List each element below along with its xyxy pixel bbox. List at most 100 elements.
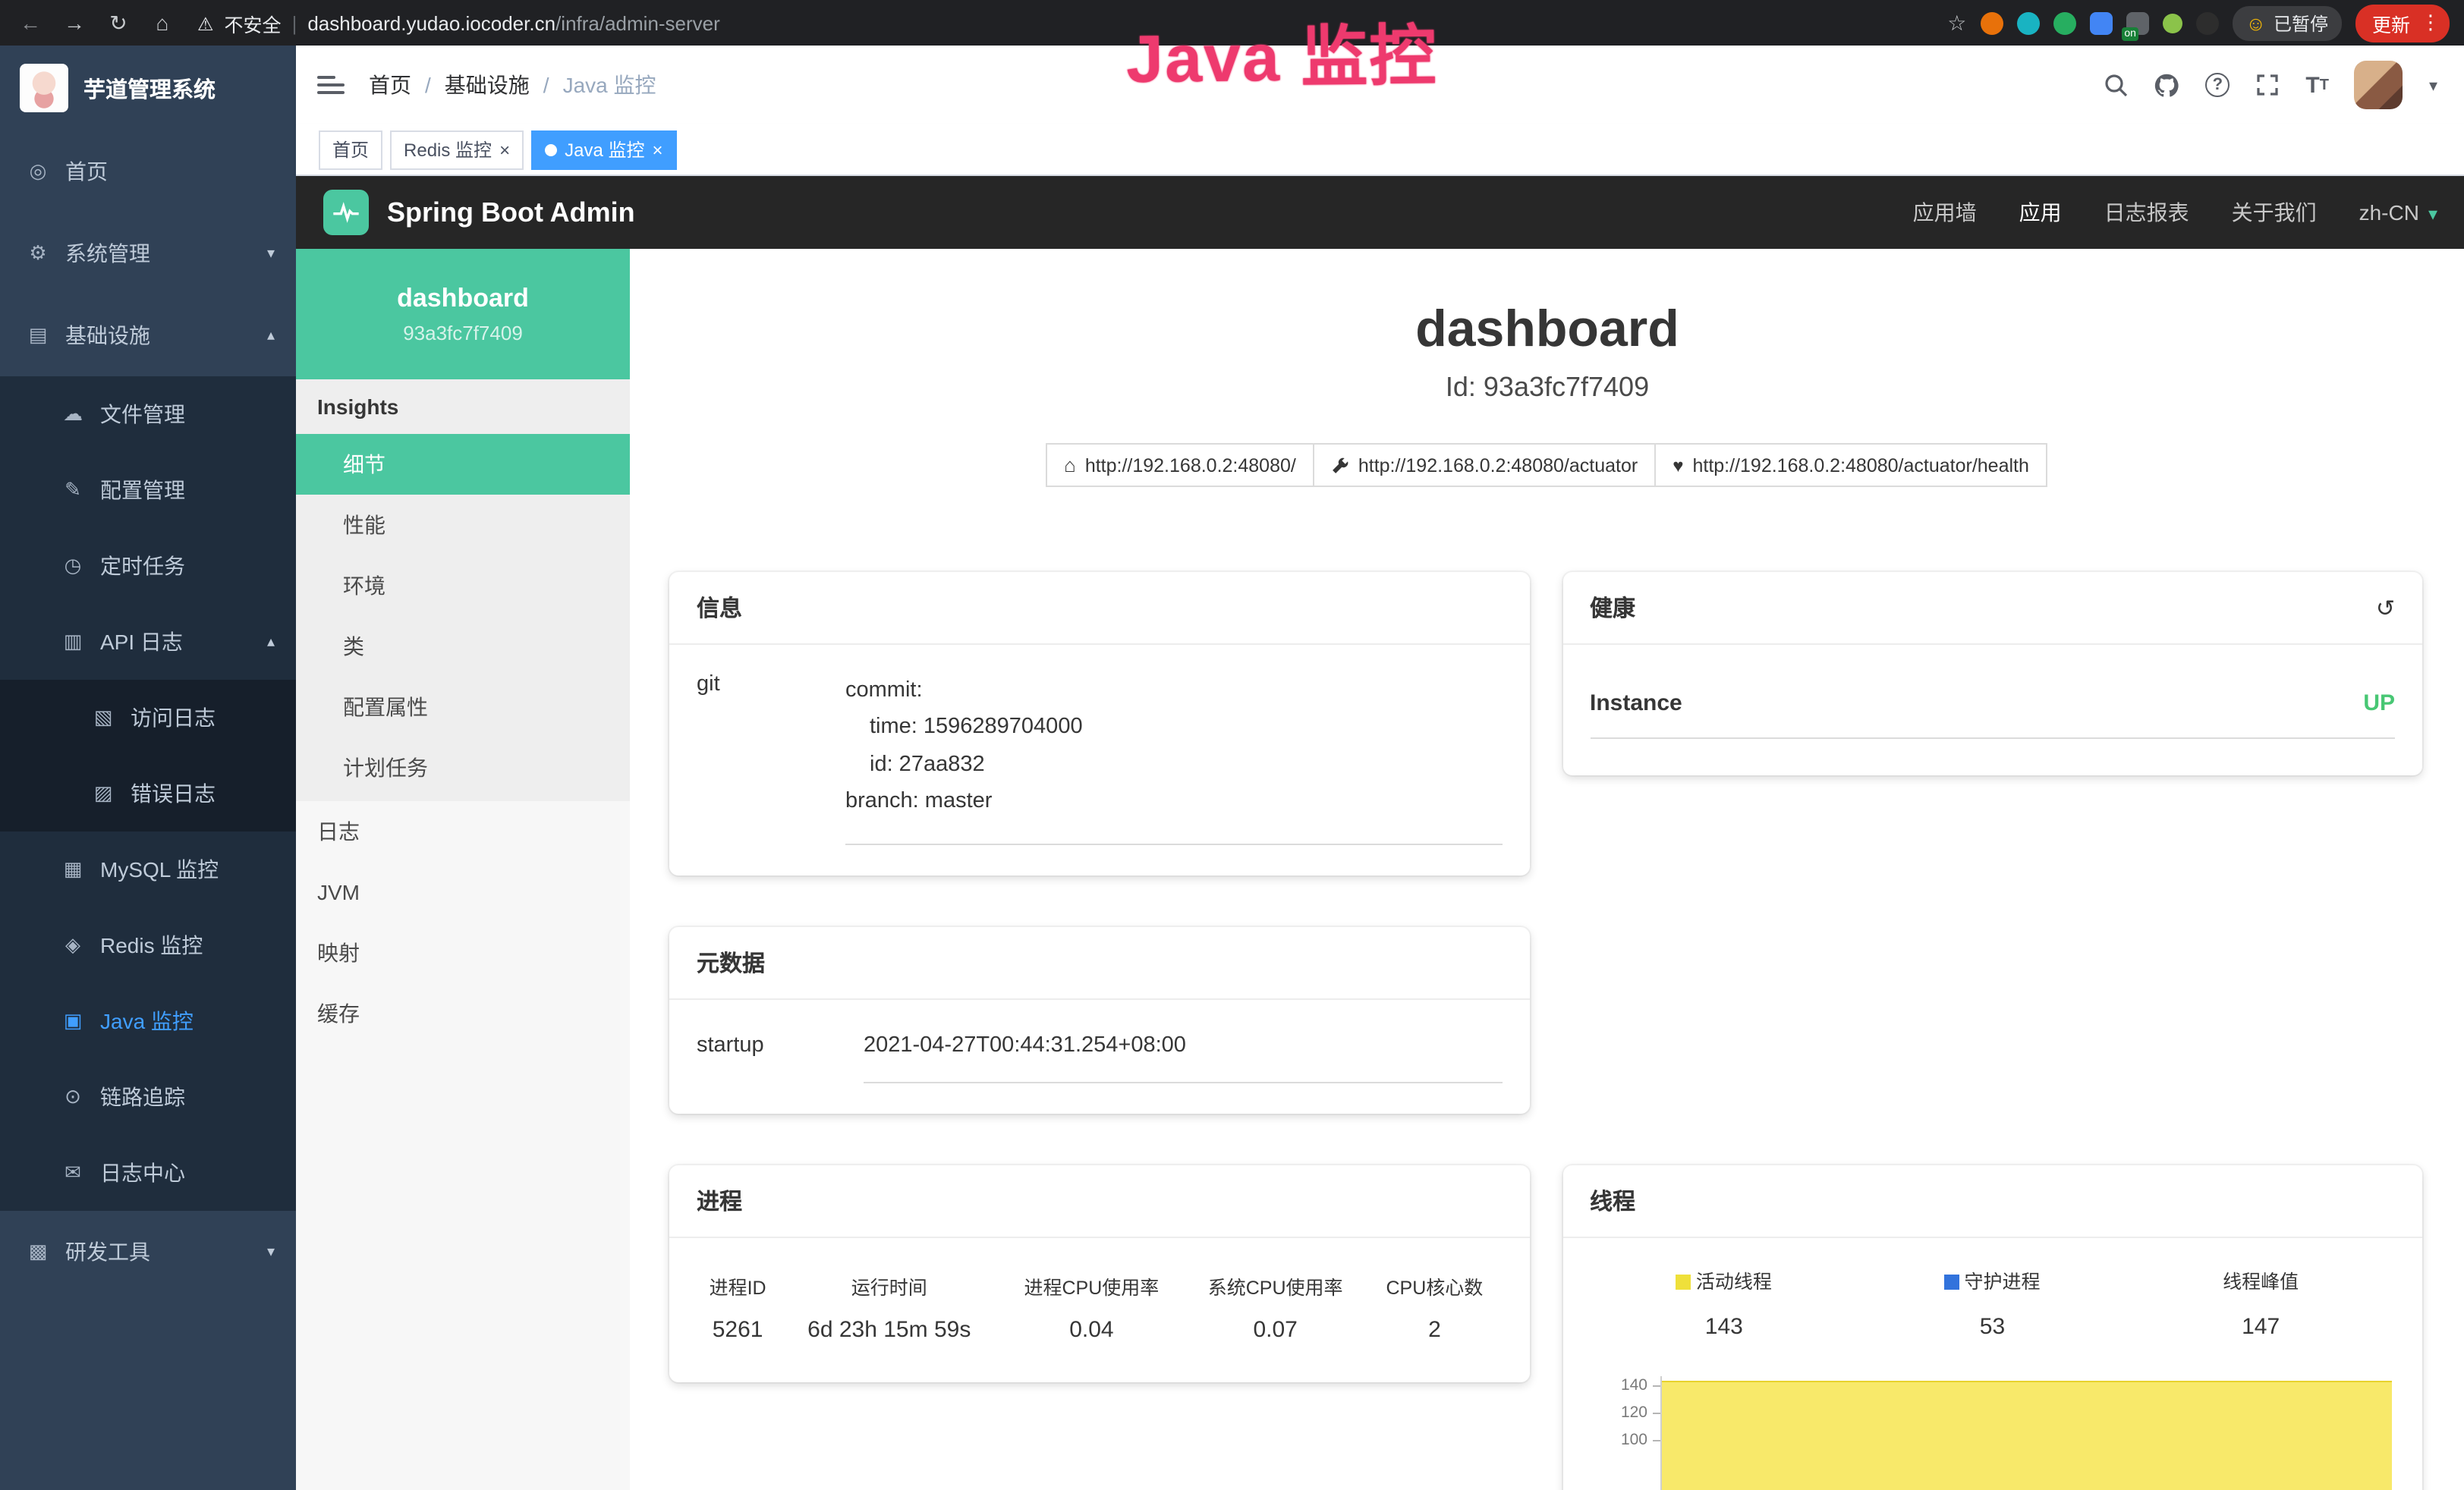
navbar-actions [2104,61,2437,109]
address-bar[interactable]: 不安全 | dashboard.yudao.iocoder.cn/infra/a… [197,8,720,37]
tab-redis-monitor[interactable]: Redis 监控 [390,130,524,169]
extension-icon-blue[interactable] [2089,11,2112,34]
sba-item-metrics[interactable]: 性能 [296,495,630,555]
sba-body: dashboard 93a3fc7f7409 Insights 细节 性能 环境… [296,249,2464,1490]
screen: 不安全 | dashboard.yudao.iocoder.cn/infra/a… [0,0,2464,1490]
url-text[interactable]: dashboard.yudao.iocoder.cn/infra/admin-s… [307,11,719,34]
metadata-key: startup [697,1016,864,1084]
bookmark-star-icon[interactable] [1947,10,1966,36]
sba-item-jvm[interactable]: JVM [296,862,630,923]
sidebar-item-error-logs[interactable]: 错误日志 [0,756,296,831]
y-tick-mark [1652,1441,1660,1442]
user-avatar[interactable] [2355,61,2403,109]
info-row-git: git commit: time: 1596289704000 id: 27aa… [697,660,1502,846]
access-log-icon [91,706,115,730]
github-icon[interactable] [2154,72,2179,98]
sba-nav-journal[interactable]: 日志报表 [2104,197,2189,228]
history-icon[interactable] [2376,594,2395,621]
sba-item-caches[interactable]: 缓存 [296,983,630,1044]
back-icon[interactable] [15,11,46,35]
card-title: 线程 [1562,1166,2422,1239]
sba-item-config-props[interactable]: 配置属性 [296,677,630,737]
search-icon[interactable] [2104,73,2128,97]
app-logo [20,64,68,112]
sidebar-item-mysql-monitor[interactable]: MySQL 监控 [0,831,296,907]
refresh-icon[interactable] [103,10,134,36]
sidebar-item-system-management[interactable]: 系统管理 [0,212,296,294]
sba-item-scheduled-tasks[interactable]: 计划任务 [296,737,630,798]
sidebar-item-dev-tools[interactable]: 研发工具 [0,1211,296,1293]
extension-icon-dark[interactable] [2195,11,2218,34]
extension-icon-orange[interactable] [1980,11,2003,34]
cell-proc-cpu: 0.04 [999,1307,1183,1353]
sidebar-item-home[interactable]: 首页 [0,130,296,212]
sidebar-item-label: Java 监控 [100,1006,194,1036]
browser-update-button[interactable]: 更新 [2355,4,2450,42]
link-label: http://192.168.0.2:48080/actuator/health [1692,454,2028,476]
sba-item-logs[interactable]: 日志 [296,801,630,862]
sidebar-item-label: 首页 [65,156,108,187]
threads-card: 线程 活动线程 143 守护进程 53 [1562,1166,2422,1490]
sidebar-item-link-tracing[interactable]: 链路追踪 [0,1059,296,1135]
gauge-icon [26,159,50,184]
extension-icon-teal[interactable] [2016,11,2039,34]
instance-actuator-link[interactable]: http://192.168.0.2:48080/actuator [1313,443,1656,487]
sba-item-details[interactable]: 细节 [296,434,630,495]
breadcrumb-home[interactable]: 首页 [369,70,411,100]
chevron-down-icon [267,1243,275,1260]
home-icon[interactable] [147,11,178,35]
kebab-menu-icon[interactable] [2421,11,2440,35]
legend-daemon-value: 53 [1858,1315,2127,1341]
tab-java-monitor[interactable]: Java 监控 [531,130,676,169]
tab-bar: 首页 Redis 监控 Java 监控 [296,124,2464,176]
update-label: 更新 [2372,8,2410,37]
breadcrumb-separator: / [425,73,431,97]
breadcrumb-infrastructure[interactable]: 基础设施 [445,70,530,100]
sba-locale-select[interactable]: zh-CN [2359,200,2437,225]
instance-health-link[interactable]: http://192.168.0.2:48080/actuator/health [1654,443,2047,487]
tab-home[interactable]: 首页 [319,130,382,169]
sidebar-item-log-center[interactable]: 日志中心 [0,1135,296,1211]
y-tick-140: 140 [1590,1377,1647,1395]
chevron-up-icon [267,633,275,650]
sba-item-mappings[interactable]: 映射 [296,923,630,983]
sidebar-item-redis-monitor[interactable]: Redis 监控 [0,907,296,983]
gear-icon [26,241,50,266]
url-host: dashboard.yudao.iocoder.cn [307,11,555,34]
sba-item-classes[interactable]: 类 [296,616,630,677]
extension-icon-leaf[interactable] [2162,13,2182,33]
close-icon[interactable] [652,139,662,160]
chevron-down-icon [267,245,275,262]
sidebar-item-access-logs[interactable]: 访问日志 [0,680,296,756]
help-icon[interactable] [2205,73,2230,97]
extension-icon-switch[interactable]: on [2126,11,2148,34]
sba-item-environment[interactable]: 环境 [296,555,630,616]
sidebar-item-label: 文件管理 [100,399,185,429]
breadcrumb-separator: / [543,73,549,97]
profile-paused-badge[interactable]: 已暂停 [2232,5,2342,40]
forward-icon[interactable] [59,11,90,35]
metadata-row-startup: startup 2021-04-27T00:44:31.254+08:00 [697,1016,1502,1084]
font-size-icon[interactable] [2305,72,2329,98]
instance-home-link[interactable]: http://192.168.0.2:48080/ [1046,443,1314,487]
sba-brand[interactable]: Spring Boot Admin [387,196,635,228]
sba-nav-applications[interactable]: 应用 [2019,197,2062,228]
sidebar-item-file-management[interactable]: 文件管理 [0,376,296,452]
sidebar-item-infrastructure[interactable]: 基础设施 [0,294,296,376]
sidebar-item-config-management[interactable]: 配置管理 [0,452,296,528]
sba-nav-about[interactable]: 关于我们 [2232,197,2317,228]
col-header-pid: 进程ID [697,1260,779,1307]
sba-nav-wallboard[interactable]: 应用墙 [1913,197,1977,228]
app-title: 芋道管理系统 [83,72,216,104]
extension-icon-green[interactable] [2053,11,2075,34]
sidebar-item-api-logs[interactable]: API 日志 [0,604,296,680]
sidebar-item-scheduled-tasks[interactable]: 定时任务 [0,528,296,604]
security-label[interactable]: 不安全 [225,8,282,37]
health-row-instance[interactable]: Instance UP [1590,660,2395,739]
close-icon[interactable] [499,139,510,160]
fullscreen-icon[interactable] [2255,73,2280,97]
y-tick-100: 100 [1590,1432,1647,1450]
sidebar-item-java-monitor[interactable]: Java 监控 [0,983,296,1059]
sidebar-toggle-icon[interactable] [317,76,345,94]
caret-down-icon[interactable] [2429,71,2437,99]
